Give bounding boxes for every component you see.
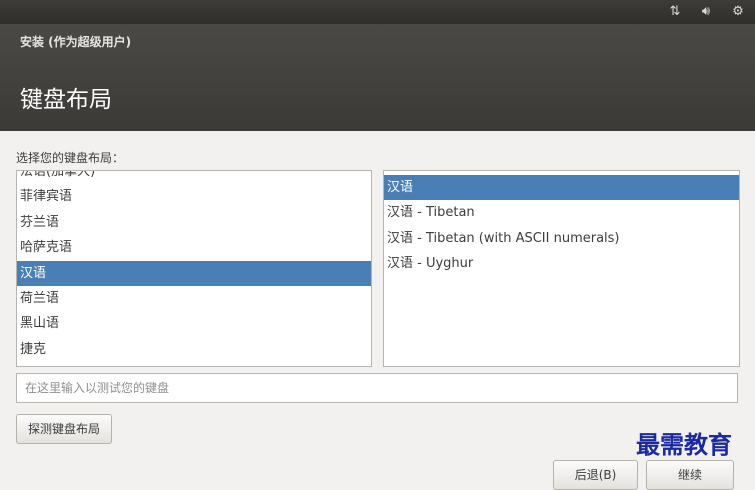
volume-icon[interactable]: 🔊︎ [694, 2, 718, 22]
page-title: 键盘布局 [20, 87, 112, 113]
back-button[interactable]: 后退(B) [553, 460, 638, 490]
keyboard-test-input[interactable] [16, 373, 738, 403]
variant-list-item[interactable]: 汉语 [384, 175, 739, 200]
layout-list-item[interactable]: 黑山语 [17, 311, 371, 336]
keyboard-variant-list[interactable]: 汉语 汉语 - Tibetan 汉语 - Tibetan (with ASCII n… [383, 170, 740, 367]
watermark-logo: 最需教育 [636, 430, 732, 459]
layout-list-item[interactable]: 汉语 [17, 260, 371, 286]
detect-layout-button[interactable]: 探测键盘布局 [16, 414, 112, 444]
network-arrows-icon[interactable]: ⇅ [664, 2, 686, 22]
top-panel: ⇅ 🔊︎ ⚙ [0, 0, 755, 24]
window-title: 安装 (作为超级用户) [20, 35, 132, 49]
keyboard-layout-list[interactable]: 法语(加拿大) 菲律宾语 芬兰语 哈萨克语 汉语 荷兰语 黑山语 捷克 [16, 170, 372, 367]
layout-list-item[interactable]: 哈萨克语 [17, 235, 371, 260]
layout-list-item[interactable]: 法语(加拿大) [17, 171, 371, 184]
layout-list-item[interactable]: 芬兰语 [17, 210, 371, 235]
continue-button[interactable]: 继续 [646, 460, 734, 490]
layout-prompt-label: 选择您的键盘布局： [16, 151, 125, 165]
layout-list-item[interactable]: 菲律宾语 [17, 184, 371, 209]
layout-list-item[interactable]: 荷兰语 [17, 286, 371, 311]
variant-list-item[interactable]: 汉语 - Tibetan [384, 200, 739, 225]
variant-list-item[interactable]: 汉语 - Tibetan (with ASCII numerals) [384, 226, 739, 251]
variant-list-item[interactable]: 汉语 - Uyghur [384, 251, 739, 276]
gear-icon[interactable]: ⚙ [728, 2, 748, 22]
layout-list-item[interactable]: 捷克 [17, 337, 371, 362]
